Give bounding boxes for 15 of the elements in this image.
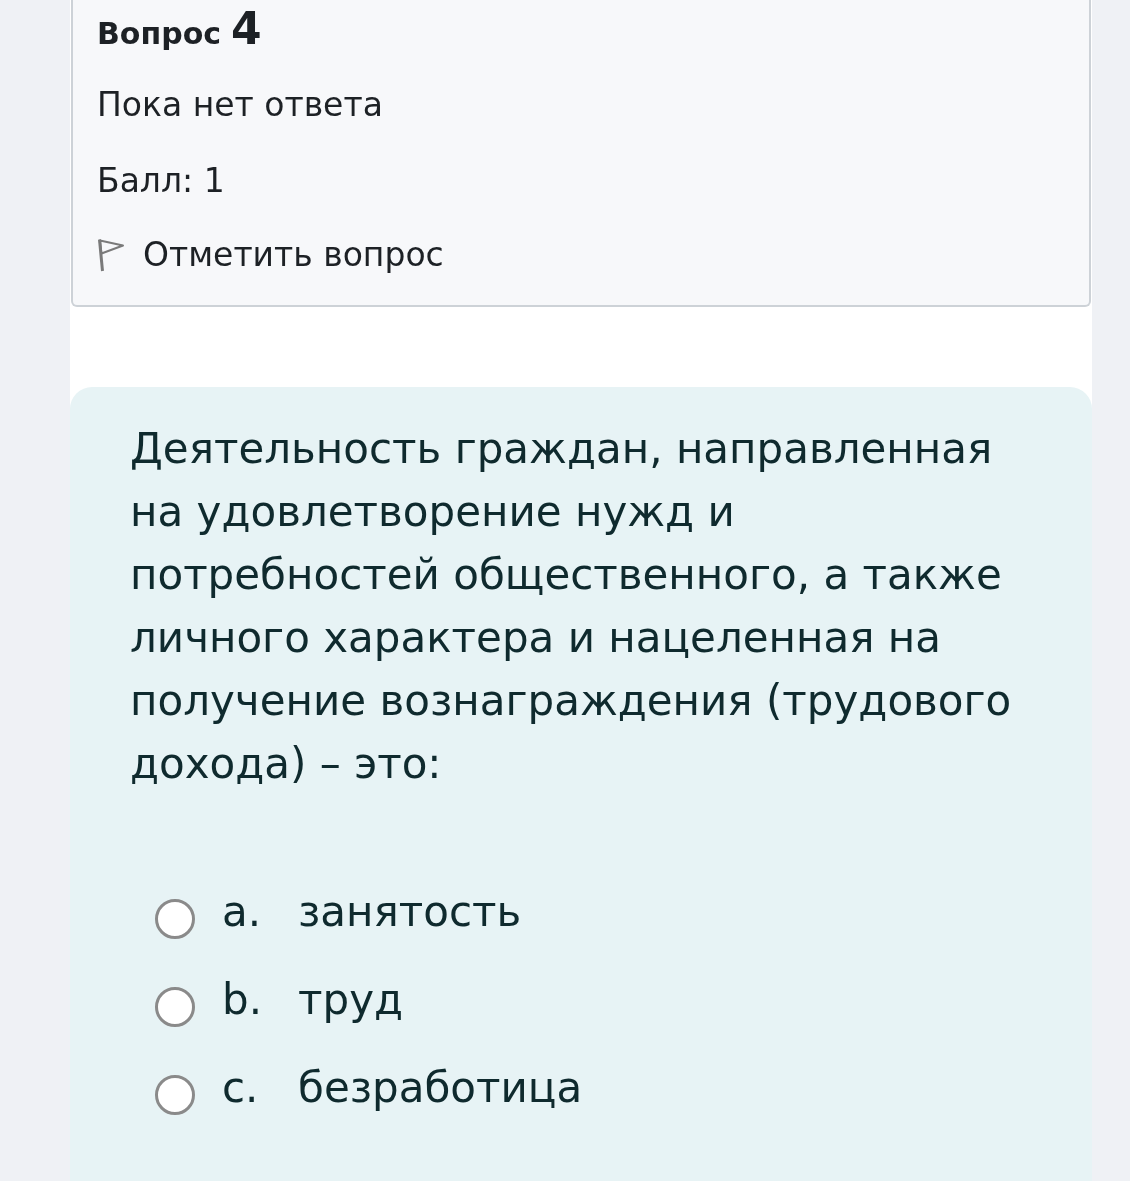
question-title: Вопрос bbox=[97, 15, 222, 53]
option-label[interactable]: труд bbox=[298, 973, 404, 1027]
radio-button[interactable] bbox=[155, 899, 195, 939]
question-number: 4 bbox=[231, 2, 262, 56]
option-letter: a. bbox=[222, 886, 263, 938]
option-label[interactable]: занятость bbox=[298, 885, 522, 939]
option-label[interactable]: безработица bbox=[298, 1061, 583, 1115]
grade-text: Балл: 1 bbox=[97, 161, 225, 201]
option-letter: b. bbox=[222, 974, 263, 1026]
answer-status-text: Пока нет ответа bbox=[97, 85, 383, 125]
radio-button[interactable] bbox=[155, 987, 195, 1027]
option-letter: c. bbox=[222, 1062, 260, 1114]
flag-question-button[interactable]: Отметить вопрос bbox=[97, 235, 444, 275]
radio-button[interactable] bbox=[155, 1075, 195, 1115]
question-text: Деятельность граждан, направленная на удовлетворение нужд и потребностей общественного, а также личного характера и нацеленная на получение вознаграждения (трудового дохода) – это: bbox=[130, 423, 1013, 790]
